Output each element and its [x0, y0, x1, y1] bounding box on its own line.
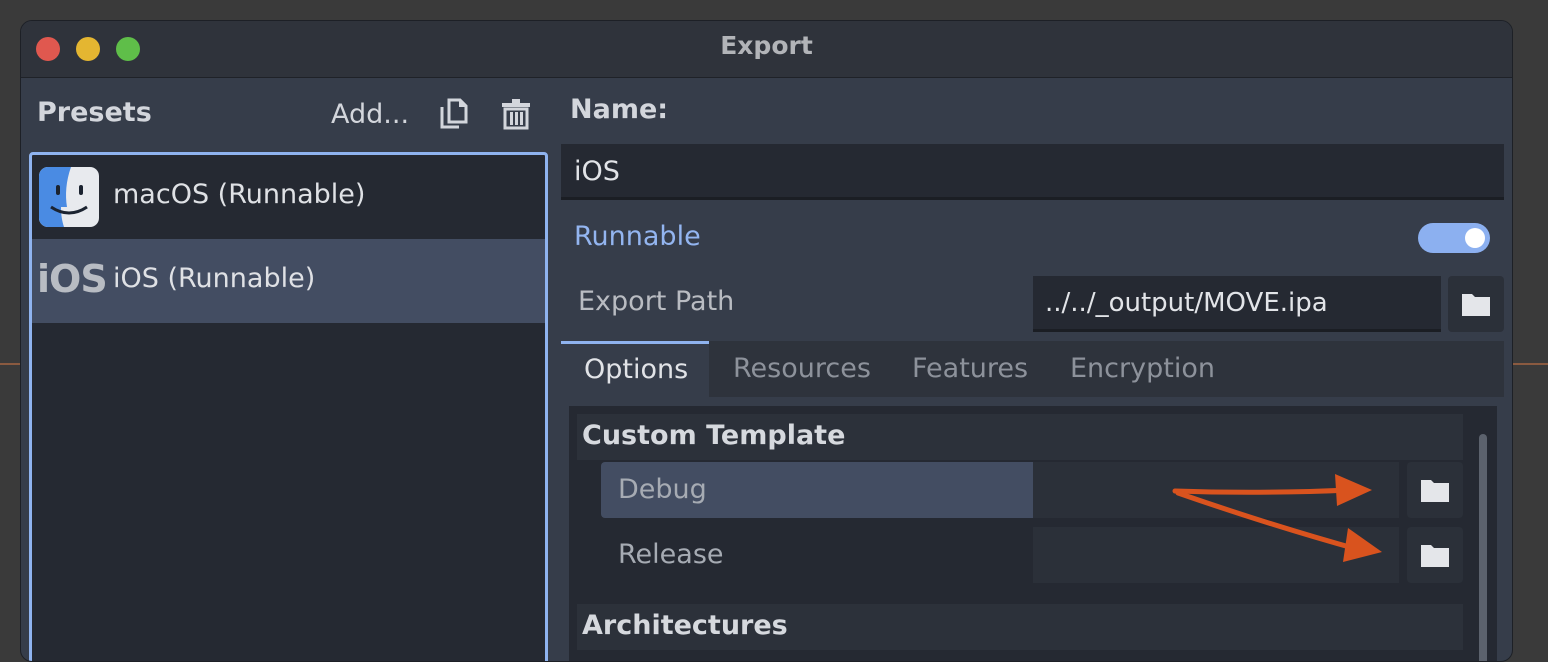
tab-features[interactable]: Features [885, 341, 1043, 397]
release-label: Release [618, 539, 724, 570]
tab-label: Options [584, 354, 689, 385]
folder-icon [1421, 545, 1449, 567]
options-scrollbar[interactable] [1479, 434, 1487, 661]
title-bar: Export [21, 21, 1512, 78]
tab-encryption[interactable]: Encryption [1043, 341, 1233, 397]
release-label-cell: Release [601, 527, 1033, 583]
export-path-value: ../../_output/MOVE.ipa [1045, 288, 1328, 318]
runnable-toggle[interactable] [1418, 223, 1490, 253]
export-window: Export Presets Add... macOS (Runnable) i… [20, 20, 1513, 662]
debug-label-cell: Debug [601, 462, 1033, 518]
release-template-field[interactable] [1033, 527, 1399, 583]
preset-item-macos[interactable]: macOS (Runnable) [32, 155, 545, 239]
tab-options[interactable]: Options [561, 341, 709, 397]
section-custom-template[interactable]: Custom Template [577, 414, 1463, 460]
tab-bar: Options Resources Features Encryption [561, 341, 1504, 397]
preset-item-label: iOS (Runnable) [113, 263, 316, 294]
trash-icon[interactable] [499, 97, 533, 131]
preset-item-ios[interactable]: iOS iOS (Runnable) [32, 239, 545, 323]
background-line [1511, 363, 1548, 365]
section-title: Architectures [582, 610, 788, 641]
tab-resources[interactable]: Resources [709, 341, 885, 397]
ios-icon: iOS [37, 257, 108, 301]
name-field-value: iOS [574, 156, 620, 187]
debug-label: Debug [618, 474, 707, 505]
release-browse-button[interactable] [1407, 527, 1463, 583]
window-title: Export [720, 31, 813, 60]
toggle-knob [1465, 228, 1485, 248]
release-template-row: Release [601, 527, 1463, 583]
name-field[interactable]: iOS [561, 144, 1504, 200]
section-title: Custom Template [582, 420, 846, 451]
export-path-label: Export Path [578, 286, 735, 317]
debug-template-row: Debug [601, 462, 1463, 518]
duplicate-icon[interactable] [437, 97, 471, 131]
tab-label: Resources [733, 353, 871, 384]
presets-header: Presets [37, 97, 152, 128]
folder-icon [1462, 294, 1490, 316]
finder-icon [39, 167, 99, 227]
export-path-browse-button[interactable] [1448, 276, 1504, 332]
tab-label: Features [912, 353, 1029, 384]
tab-label: Encryption [1070, 353, 1215, 384]
runnable-label: Runnable [574, 221, 701, 252]
debug-browse-button[interactable] [1407, 462, 1463, 518]
preset-item-label: macOS (Runnable) [113, 179, 366, 210]
add-preset-button[interactable]: Add... [331, 99, 409, 130]
section-architectures[interactable]: Architectures [577, 604, 1463, 650]
export-path-field[interactable]: ../../_output/MOVE.ipa [1033, 276, 1441, 332]
options-panel: Custom Template Debug Release Architectu… [569, 406, 1497, 661]
preset-list: macOS (Runnable) iOS iOS (Runnable) [29, 152, 548, 661]
background-line [0, 363, 22, 365]
debug-template-field[interactable] [1033, 462, 1399, 518]
folder-icon [1421, 480, 1449, 502]
name-label: Name: [570, 94, 669, 125]
